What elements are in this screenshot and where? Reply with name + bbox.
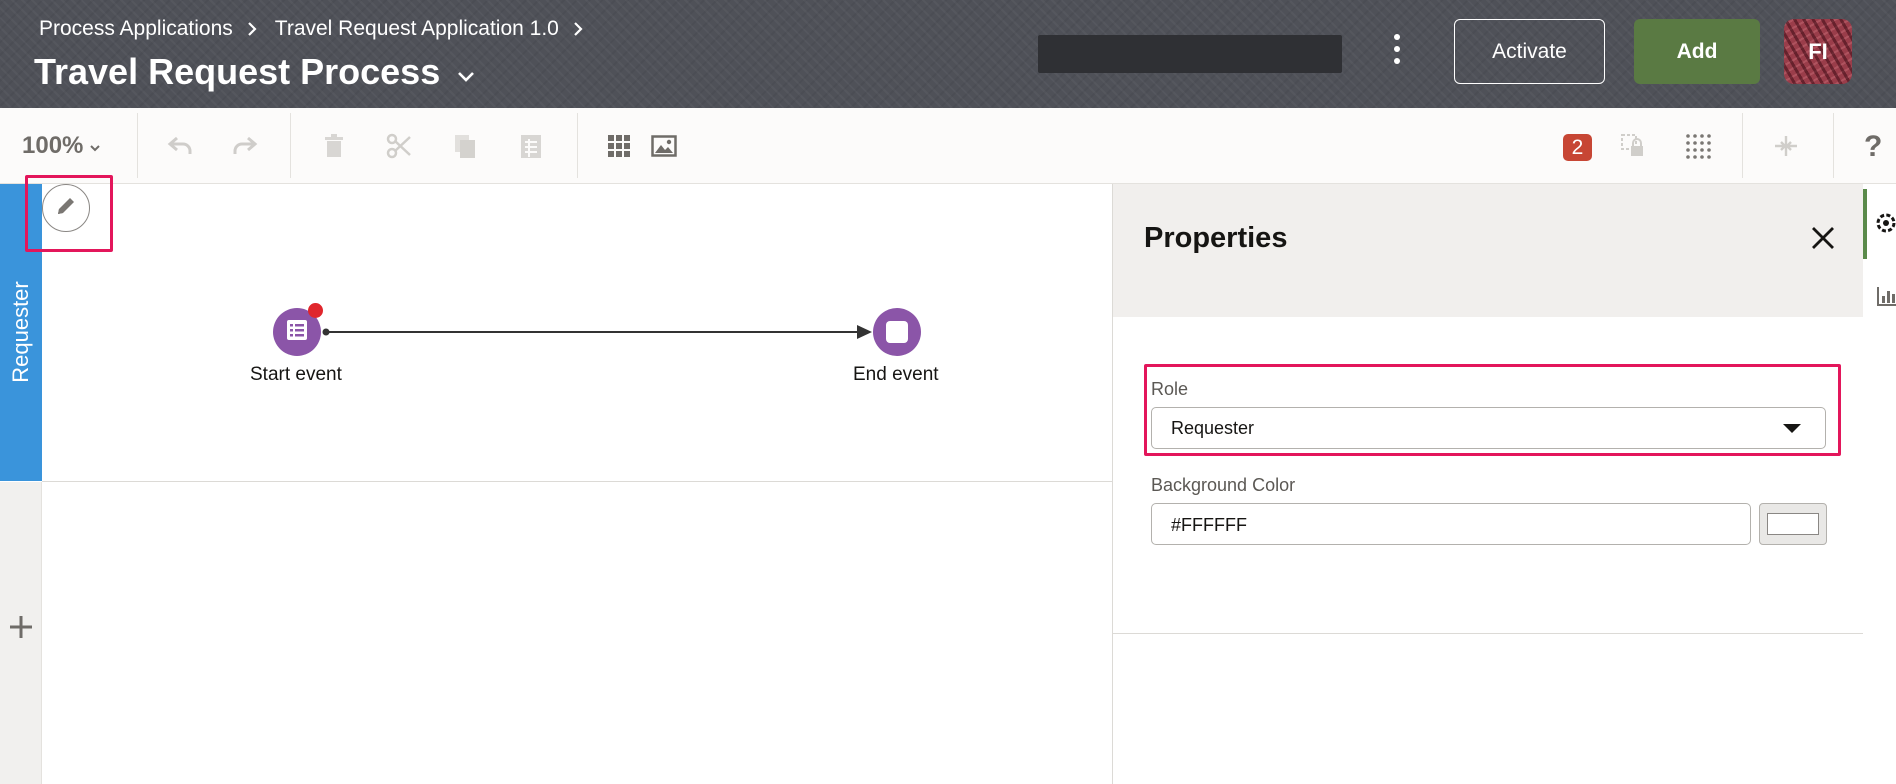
grid-icon[interactable] xyxy=(605,132,633,160)
header-search-field[interactable] xyxy=(1038,35,1342,73)
delete-icon[interactable] xyxy=(320,132,348,160)
settings-gear-icon[interactable] xyxy=(1874,211,1896,240)
paste-icon[interactable] xyxy=(517,132,545,160)
app-header: Process Applications Travel Request Appl… xyxy=(0,0,1896,108)
zoom-selector[interactable]: 100% xyxy=(22,108,101,183)
properties-title: Properties xyxy=(1144,222,1288,254)
sequence-flow[interactable] xyxy=(322,322,874,344)
image-icon[interactable] xyxy=(650,132,678,160)
validation-error-dot[interactable] xyxy=(308,303,323,318)
end-event-node[interactable] xyxy=(873,308,921,356)
properties-section-divider xyxy=(1113,633,1863,634)
color-picker-swatch[interactable] xyxy=(1759,503,1827,545)
copy-icon[interactable] xyxy=(451,132,479,160)
help-icon[interactable]: ? xyxy=(1864,130,1882,164)
zoom-value: 100% xyxy=(22,131,84,159)
error-count-badge[interactable]: 2 xyxy=(1563,134,1592,161)
chevron-right-icon xyxy=(573,21,583,37)
role-label: Role xyxy=(1151,379,1189,399)
page-title[interactable]: Travel Request Process xyxy=(34,50,476,94)
editor-toolbar: 100% 2 ? xyxy=(0,108,1896,184)
undo-icon[interactable] xyxy=(166,132,194,160)
pencil-icon xyxy=(54,194,78,223)
swimlane-label: Requester xyxy=(8,281,33,383)
avatar[interactable]: FI xyxy=(1784,19,1852,84)
breadcrumb-travel-request-application[interactable]: Travel Request Application 1.0 xyxy=(275,17,559,41)
redo-icon[interactable] xyxy=(231,132,259,160)
analytics-chart-icon[interactable] xyxy=(1876,285,1896,312)
collapse-icon[interactable] xyxy=(1772,132,1800,160)
right-rail xyxy=(1863,184,1896,784)
properties-panel: Properties Role Requester Background Col… xyxy=(1112,184,1863,784)
breadcrumb-process-applications[interactable]: Process Applications xyxy=(39,17,233,41)
background-color-input[interactable]: #FFFFFF xyxy=(1151,503,1751,545)
activate-button[interactable]: Activate xyxy=(1454,19,1605,84)
end-event-label: End event xyxy=(853,364,939,385)
rail-active-indicator xyxy=(1863,189,1867,259)
page-title-text: Travel Request Process xyxy=(34,51,441,92)
form-list-icon xyxy=(286,319,308,346)
add-lane-icon[interactable] xyxy=(8,614,34,640)
role-select-value: Requester xyxy=(1171,418,1255,438)
role-select[interactable]: Requester xyxy=(1151,407,1826,449)
chevron-down-icon xyxy=(89,132,101,160)
lock-selection-icon[interactable] xyxy=(1619,132,1647,160)
dot-grid-icon[interactable] xyxy=(1684,132,1712,160)
cut-icon[interactable] xyxy=(385,132,413,160)
add-button[interactable]: Add xyxy=(1634,19,1760,84)
edit-lane-button[interactable] xyxy=(42,184,90,232)
caret-down-icon xyxy=(1783,424,1801,433)
close-icon[interactable] xyxy=(1809,224,1837,252)
start-event-label: Start event xyxy=(250,364,342,385)
breadcrumb: Process Applications Travel Request Appl… xyxy=(39,16,601,42)
lane-divider xyxy=(42,481,1112,482)
more-options-icon[interactable] xyxy=(1384,26,1410,72)
chevron-down-icon[interactable] xyxy=(456,51,476,93)
background-color-label: Background Color xyxy=(1151,475,1296,495)
chevron-right-icon xyxy=(247,21,257,37)
